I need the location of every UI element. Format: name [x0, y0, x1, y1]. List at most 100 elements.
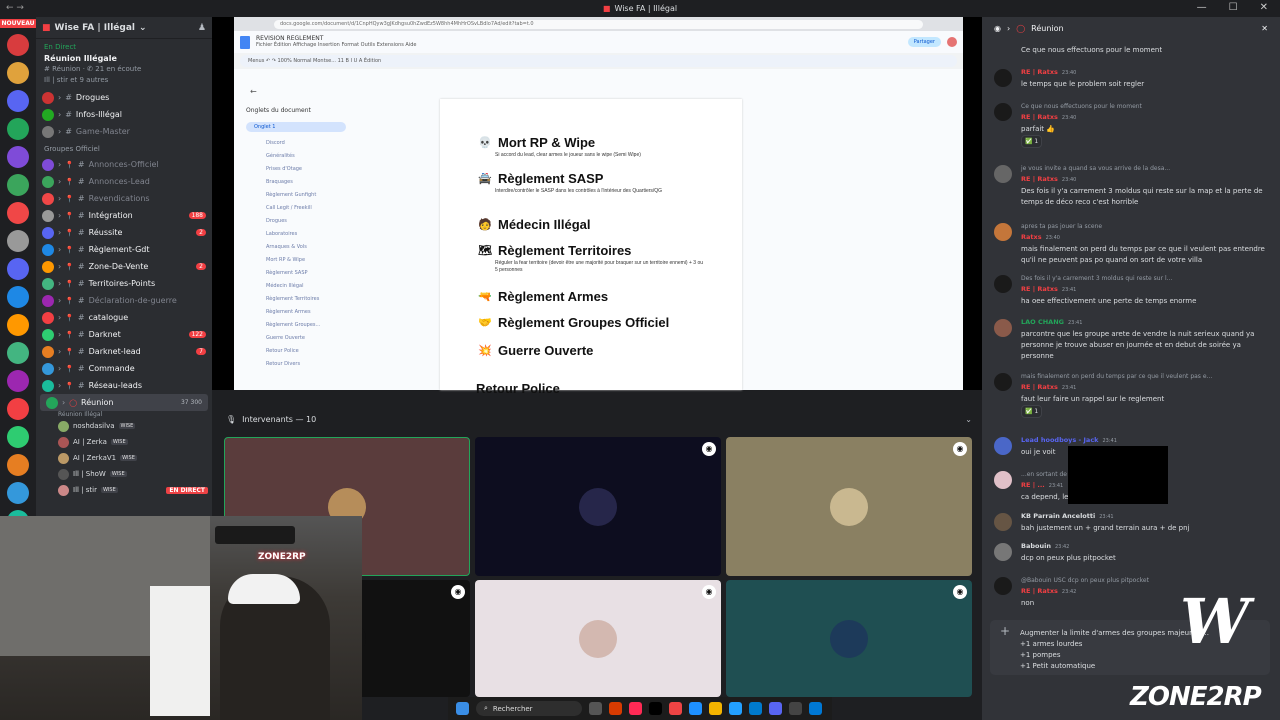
share-button[interactable]: Partager	[907, 37, 941, 47]
profile-avatar[interactable]	[947, 37, 957, 47]
taskbar-app-icon[interactable]	[649, 702, 662, 715]
eye-icon[interactable]: ◉	[953, 442, 967, 456]
url-bar[interactable]: docs.google.com/document/d/1CnpHQyw3gJKd…	[234, 17, 963, 31]
server-icon[interactable]	[7, 314, 29, 336]
taskbar-search[interactable]: ⌕ Rechercher	[476, 701, 582, 716]
taskbar-app-icon[interactable]	[809, 702, 822, 715]
group-channel-item[interactable]: › 📍 # Commande	[36, 360, 212, 377]
outline-item[interactable]: Guerre Ouverte	[246, 332, 346, 345]
outline-item[interactable]: Discord	[246, 137, 346, 150]
outline-item[interactable]: Arnaques & Vols	[246, 241, 346, 254]
channel-item[interactable]: › # Drogues	[36, 89, 212, 106]
outline-item[interactable]: Règlement Territoires	[246, 293, 346, 306]
doc-title[interactable]: REVISION REGLEMENT	[256, 35, 417, 42]
server-icon[interactable]	[7, 118, 29, 140]
group-channel-item[interactable]: › 📍 # Annonces-Lead	[36, 173, 212, 190]
eye-icon[interactable]: ◉	[702, 585, 716, 599]
group-channel-item[interactable]: › 📍 # catalogue	[36, 309, 212, 326]
taskbar-app-icon[interactable]	[749, 702, 762, 715]
outline-item[interactable]: Retour Divers	[246, 358, 346, 371]
taskbar-app-icon[interactable]	[629, 702, 642, 715]
outline-item[interactable]: Laboratoires	[246, 228, 346, 241]
group-channel-item[interactable]: › 📍 # Réussite 2	[36, 224, 212, 241]
group-channel-item[interactable]: › 📍 # Règlement-Gdt	[36, 241, 212, 258]
eye-icon[interactable]: ◉	[702, 442, 716, 456]
eye-icon[interactable]: ◉	[953, 585, 967, 599]
chevron-down-icon[interactable]: ⌄	[965, 415, 972, 424]
maximize-icon[interactable]: ☐	[1229, 2, 1238, 13]
doc-menu[interactable]: Fichier Édition Affichage Insertion Form…	[256, 42, 417, 49]
server-icon[interactable]	[7, 398, 29, 420]
chat-message[interactable]: Ce que nous effectuons pour le moment	[990, 45, 1270, 56]
live-event-box[interactable]: En Direct Réunion Illégale # Réunion · ✆…	[36, 39, 212, 89]
outline-item[interactable]: Règlement Armes	[246, 306, 346, 319]
outline-item[interactable]: Retour Police	[246, 345, 346, 358]
server-icon[interactable]	[7, 482, 29, 504]
chat-message[interactable]: RE | Ratxs 23:40 le temps que le problem s…	[990, 67, 1270, 90]
server-icon[interactable]	[7, 62, 29, 84]
taskbar-app-icon[interactable]	[669, 702, 682, 715]
taskbar-app-icon[interactable]	[689, 702, 702, 715]
group-channel-item[interactable]: › 📍 # Annonces-Officiel	[36, 156, 212, 173]
chat-message[interactable]: Babouin 23:42 dcp on peux plus pitpocket	[990, 541, 1270, 564]
doc-toolbar[interactable]: Menus ↶ ↷ 100% Normal Montse... 11 B I U…	[240, 55, 957, 67]
minimize-icon[interactable]: —	[1197, 2, 1207, 13]
chat-message[interactable]: je vous invite a quand sa vous arrive de…	[990, 163, 1270, 208]
server-icon[interactable]	[7, 90, 29, 112]
group-channel-item[interactable]: › 📍 # Revendications	[36, 190, 212, 207]
server-icon[interactable]	[7, 426, 29, 448]
server-icon[interactable]	[7, 34, 29, 56]
plus-icon[interactable]: +	[1000, 625, 1010, 637]
group-channel-item[interactable]: › 📍 # Réseau-leads	[36, 377, 212, 394]
chat-message[interactable]: Des fois il y'a carrement 3 moldus qui r…	[990, 273, 1270, 307]
chat-message[interactable]: KB Parrain Ancelotti 23:41 bah justement u…	[990, 511, 1270, 534]
outline-item[interactable]: Médecin Illégal	[246, 280, 346, 293]
group-channel-item[interactable]: › 📍 # Intégration 188	[36, 207, 212, 224]
server-icon[interactable]	[7, 342, 29, 364]
reaction[interactable]: ✅ 1	[1021, 135, 1043, 148]
taskbar-app-icon[interactable]	[789, 702, 802, 715]
guild-header[interactable]: ■ Wise FA | Illégal ⌄ ♟	[36, 17, 212, 39]
taskbar-app-icon[interactable]	[589, 702, 602, 715]
voice-user[interactable]: noshdasilva WISE	[36, 418, 212, 434]
video-tile[interactable]: ◉	[726, 580, 972, 697]
outline-item[interactable]: Règlement Groupes...	[246, 319, 346, 332]
taskbar-app-icon[interactable]	[609, 702, 622, 715]
close-icon[interactable]: ✕	[1260, 2, 1268, 13]
server-icon[interactable]	[7, 370, 29, 392]
outline-item[interactable]: Mort RP & Wipe	[246, 254, 346, 267]
voice-user[interactable]: Ill | stir WISE EN DIRECT	[36, 482, 212, 498]
video-tile[interactable]: ◉	[726, 437, 972, 576]
nav-arrows[interactable]: ← →	[6, 3, 24, 13]
video-tile[interactable]: ◉	[475, 580, 721, 697]
windows-start-icon[interactable]	[456, 702, 469, 715]
channel-item[interactable]: › # Infos-Illégal	[36, 106, 212, 123]
group-channel-item[interactable]: › 📍 # Déclaration-de-guerre	[36, 292, 212, 309]
outline-item[interactable]: Drogues	[246, 215, 346, 228]
chat-message[interactable]: LAO CHANG 23:41 parcontre que les groupe a…	[990, 317, 1270, 362]
outline-tab[interactable]: Onglet 1	[246, 122, 346, 132]
voice-user[interactable]: AI | Zerka WISE	[36, 434, 212, 450]
server-icon[interactable]	[7, 202, 29, 224]
add-member-icon[interactable]: ♟	[198, 23, 206, 33]
group-channel-item[interactable]: › 📍 # Darknet 122	[36, 326, 212, 343]
server-icon[interactable]	[7, 230, 29, 252]
voice-user[interactable]: AI | ZerkaV1 WISE	[36, 450, 212, 466]
server-icon[interactable]	[7, 146, 29, 168]
group-channel-item[interactable]: › 📍 # Darknet-lead 7	[36, 343, 212, 360]
reaction[interactable]: ✅ 1	[1021, 405, 1043, 418]
server-icon[interactable]	[7, 286, 29, 308]
outline-item[interactable]: Règlement Gunfight	[246, 189, 346, 202]
outline-item[interactable]: Braquages	[246, 176, 346, 189]
eye-icon[interactable]: ◉	[451, 585, 465, 599]
outline-item[interactable]: Règlement SASP	[246, 267, 346, 280]
video-tile[interactable]: ◉	[475, 437, 721, 576]
outline-item[interactable]: Généralités	[246, 150, 346, 163]
group-channel-item[interactable]: › 📍 # Zone-De-Vente 2	[36, 258, 212, 275]
server-icon[interactable]	[7, 174, 29, 196]
chat-message[interactable]: apres ta pas jouer la scene Ratxs 23:40 mai…	[990, 221, 1270, 266]
taskbar-app-icon[interactable]	[729, 702, 742, 715]
voice-channel-reunion[interactable]: › ◯ Réunion 37 300	[40, 394, 208, 411]
close-icon[interactable]: ✕	[1261, 24, 1268, 33]
outline-item[interactable]: Prises d'Otage	[246, 163, 346, 176]
